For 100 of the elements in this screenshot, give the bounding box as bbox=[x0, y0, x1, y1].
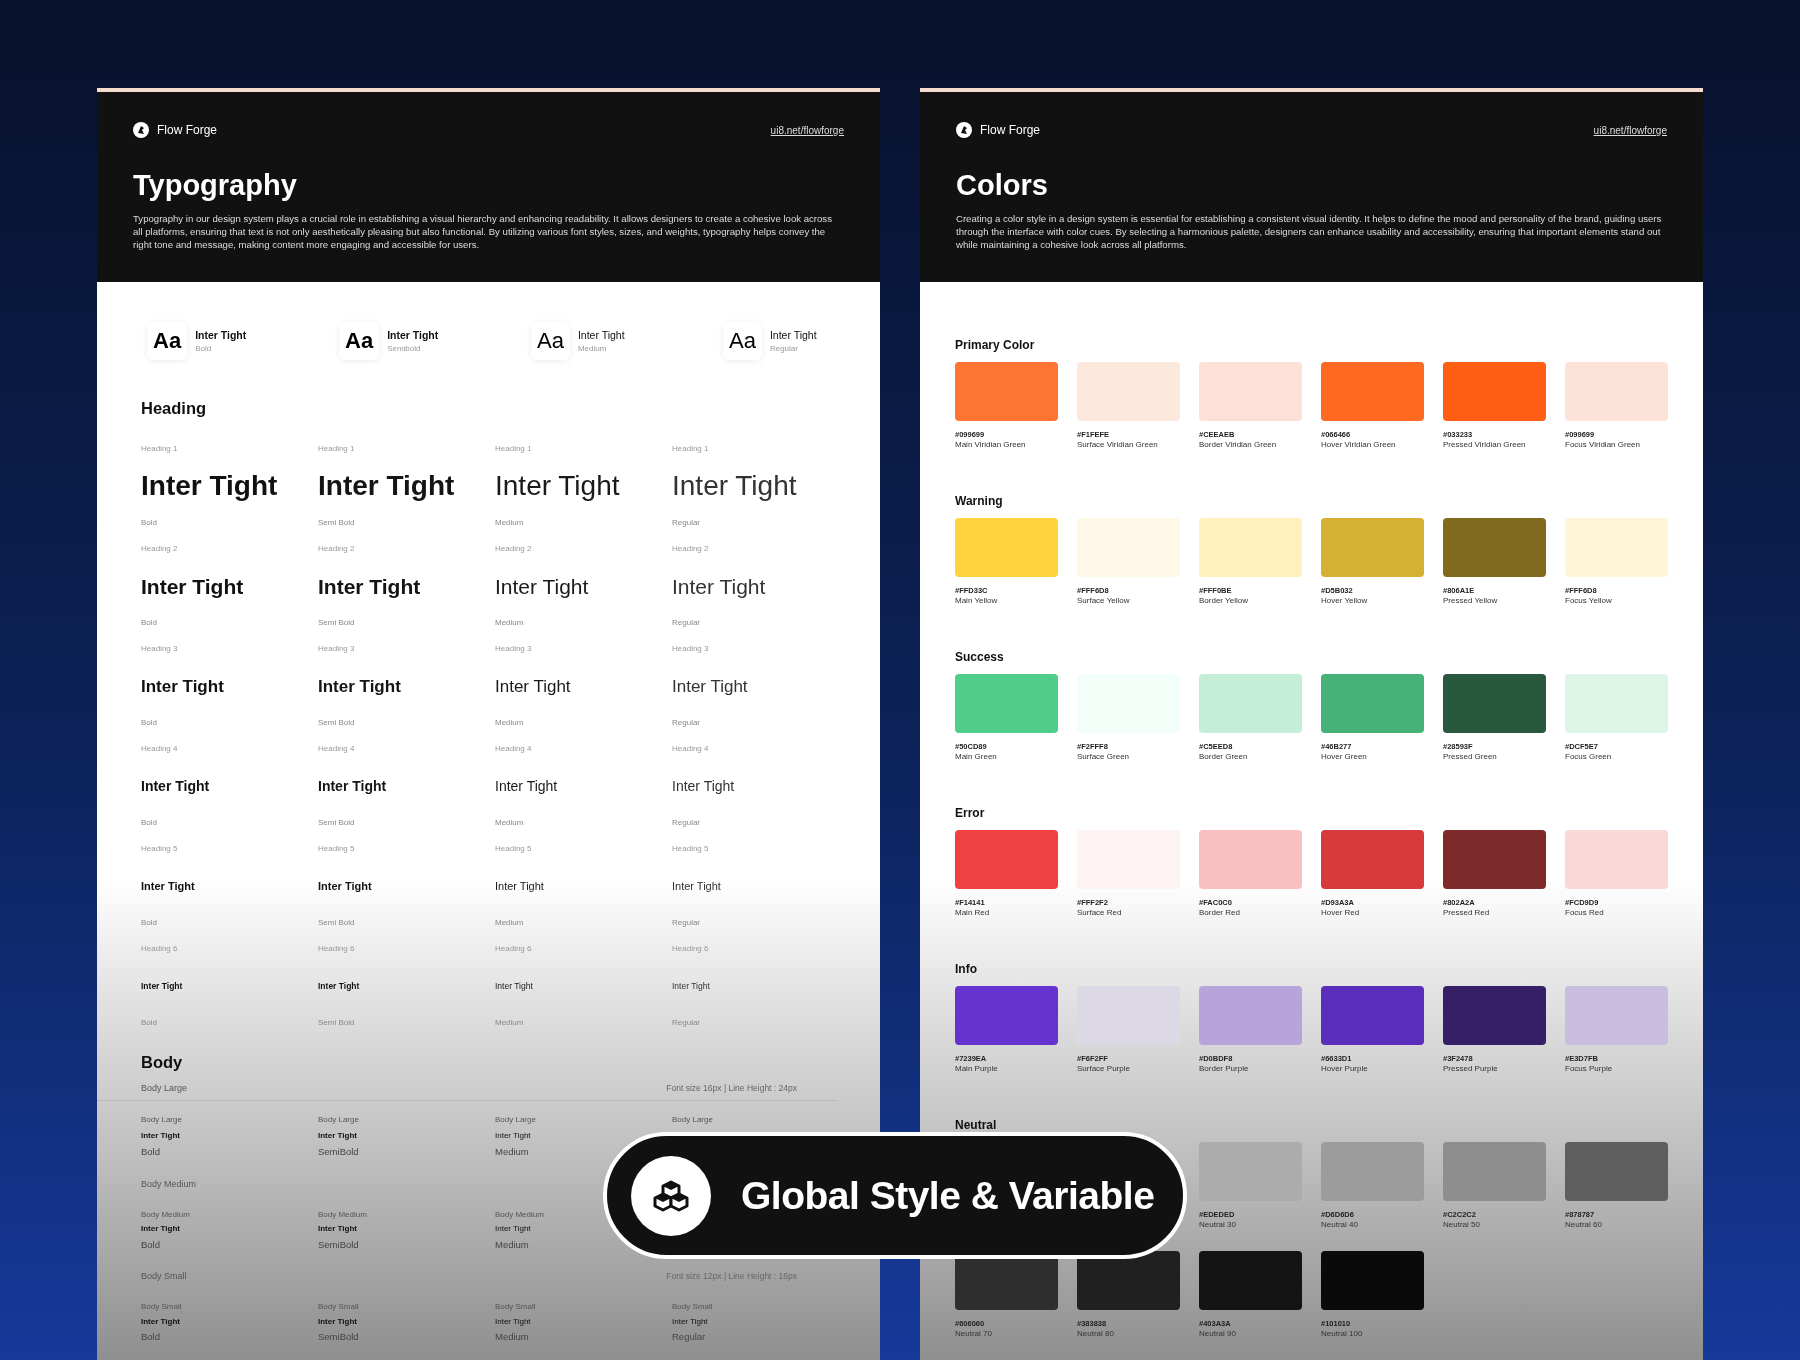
section-title: Error bbox=[955, 806, 986, 820]
sample-text: Inter Tight bbox=[141, 575, 245, 597]
description: Typography in our design system plays a crucial role in establishing a visual hierarchy and enhancing readability. It allows designers to create a cohesive look across all platforms, ensuring that text is not only aesthetically pleasing but also functional. By utilizing various font styles, sizes, and weights, typography helps convey the right tone and message, making content more engaging and accessible for users. bbox=[133, 212, 833, 251]
sample-text: Inter Tight bbox=[495, 1130, 532, 1141]
sample-text: Inter Tight bbox=[672, 472, 798, 500]
sample-text: Inter Tight bbox=[318, 779, 388, 793]
section-title: Heading bbox=[141, 398, 208, 419]
sample-text: Inter Tight bbox=[495, 981, 534, 991]
color-name: Main Purple bbox=[955, 1064, 999, 1073]
font-name: Inter Tight bbox=[195, 329, 247, 341]
description: Creating a color style in a design system is essential for establishing a consistent visual identity. It helps to define the mood and personality of the brand, guiding users through the interface with color cues. By selecting a harmonious palette, designers can enhance usability and accessibility, ensuring that important elements stand out while maintaining a cohesive look across all platforms. bbox=[956, 212, 1663, 251]
weight-label: Medium bbox=[577, 344, 608, 353]
sample-text: Inter Tight bbox=[141, 677, 225, 695]
sample-text: Inter Tight bbox=[318, 981, 361, 991]
style-label: Heading 2 bbox=[672, 544, 710, 554]
sample-text: Inter Tight bbox=[495, 880, 545, 892]
weight-label: Regular bbox=[672, 718, 701, 728]
weight-label: Semi Bold bbox=[318, 618, 356, 628]
weight-label: Medium bbox=[495, 1146, 530, 1158]
weight-label: Medium bbox=[495, 1331, 530, 1343]
color-name: Pressed Green bbox=[1443, 752, 1498, 761]
font-name: Inter Tight bbox=[387, 329, 439, 341]
color-name: Border Viridian Green bbox=[1199, 440, 1278, 449]
color-name: Border Yellow bbox=[1199, 596, 1249, 605]
style-label: Heading 3 bbox=[141, 644, 179, 654]
weight-label: Bold bbox=[141, 618, 158, 628]
logo-icon bbox=[133, 122, 149, 138]
page-title: Typography bbox=[133, 168, 298, 202]
group-label: Body Medium bbox=[141, 1177, 197, 1190]
weight-label: Medium bbox=[495, 1018, 525, 1028]
link[interactable]: ui8.net/flowforge bbox=[1593, 124, 1667, 136]
color-name: Hover Yellow bbox=[1321, 596, 1369, 605]
color-name: Hover Viridian Green bbox=[1321, 440, 1397, 449]
weight-label: Regular bbox=[672, 818, 701, 828]
color-name: Neutral 60 bbox=[1565, 1220, 1603, 1229]
weight-label: Regular bbox=[769, 344, 799, 353]
style-label: Heading 4 bbox=[495, 744, 533, 754]
page-title: Colors bbox=[956, 168, 1049, 202]
sample-text: Inter Tight bbox=[141, 981, 184, 991]
sample-text: Inter Tight bbox=[318, 1130, 358, 1141]
section-title: Primary Color bbox=[955, 338, 1036, 352]
style-label: Heading 4 bbox=[672, 744, 710, 754]
style-label: Heading 2 bbox=[318, 544, 356, 554]
style-label: Heading 3 bbox=[495, 644, 533, 654]
color-name: Border Purple bbox=[1199, 1064, 1250, 1073]
sample-text: Inter Tight bbox=[141, 779, 211, 793]
sample-text: Inter Tight bbox=[141, 472, 279, 500]
style-label: Heading 1 bbox=[672, 444, 710, 454]
weight-label: Bold bbox=[141, 918, 158, 928]
weight-label: Regular bbox=[672, 1018, 701, 1028]
weight-label: Bold bbox=[141, 1146, 161, 1158]
color-name: Neutral 70 bbox=[955, 1329, 993, 1338]
weight-label: Regular bbox=[672, 1331, 707, 1343]
weight-label: Medium bbox=[495, 718, 525, 728]
weight-label: Semibold bbox=[387, 344, 422, 353]
color-name: Neutral 40 bbox=[1321, 1220, 1359, 1229]
weight-label: Bold bbox=[141, 1331, 161, 1343]
weight-label: Semi Bold bbox=[318, 1018, 356, 1028]
style-label: Heading 6 bbox=[672, 944, 710, 954]
weight-label: Regular bbox=[672, 618, 701, 628]
color-name: Border Green bbox=[1199, 752, 1249, 761]
style-label: Heading 5 bbox=[141, 844, 179, 854]
sample-text: Inter Tight bbox=[141, 880, 196, 892]
style-label: Body Large bbox=[318, 1115, 360, 1125]
color-name: Neutral 90 bbox=[1199, 1329, 1237, 1338]
color-name: Surface Green bbox=[1077, 752, 1131, 761]
style-label: Heading 4 bbox=[318, 744, 356, 754]
color-name: Focus Purple bbox=[1565, 1064, 1614, 1073]
weight-label: SemiBold bbox=[318, 1331, 360, 1343]
sample-text: Inter Tight bbox=[318, 1316, 358, 1327]
style-label: Heading 3 bbox=[672, 644, 710, 654]
color-name: Neutral 50 bbox=[1443, 1220, 1481, 1229]
sample-text: Inter Tight bbox=[141, 1316, 181, 1327]
color-name: Main Green bbox=[955, 752, 998, 761]
glyph-sample: Aa bbox=[339, 322, 380, 360]
color-name: Pressed Viridian Green bbox=[1443, 440, 1527, 449]
sample-text: Inter Tight bbox=[672, 677, 749, 695]
color-name: Neutral 100 bbox=[1321, 1329, 1364, 1338]
weight-label: Semi Bold bbox=[318, 518, 356, 528]
sample-text: Inter Tight bbox=[672, 575, 767, 597]
weight-label: SemiBold bbox=[318, 1238, 360, 1251]
spec-text: Font size 16px | Line Height : 24px bbox=[666, 1082, 797, 1094]
badge-title: Global Style & Variable bbox=[741, 1173, 1155, 1218]
color-name: Pressed Yellow bbox=[1443, 596, 1499, 605]
style-label: Heading 1 bbox=[318, 444, 356, 454]
color-name: Hover Red bbox=[1321, 908, 1361, 917]
style-label: Heading 6 bbox=[318, 944, 356, 954]
color-name: Focus Green bbox=[1565, 752, 1613, 761]
glyph-sample: Aa bbox=[723, 322, 762, 360]
section-title: Neutral bbox=[955, 1118, 998, 1132]
weight-label: Bold bbox=[141, 1238, 161, 1251]
sample-text: Inter Tight bbox=[495, 677, 572, 695]
link[interactable]: ui8.net/flowforge bbox=[770, 124, 844, 136]
style-label: Heading 6 bbox=[495, 944, 533, 954]
section-title: Success bbox=[955, 650, 1005, 664]
style-label: Heading 5 bbox=[318, 844, 356, 854]
style-label: Heading 4 bbox=[141, 744, 179, 754]
sample-text: Inter Tight bbox=[318, 677, 402, 695]
sample-text: Inter Tight bbox=[672, 1316, 709, 1327]
color-name: Hover Green bbox=[1321, 752, 1368, 761]
